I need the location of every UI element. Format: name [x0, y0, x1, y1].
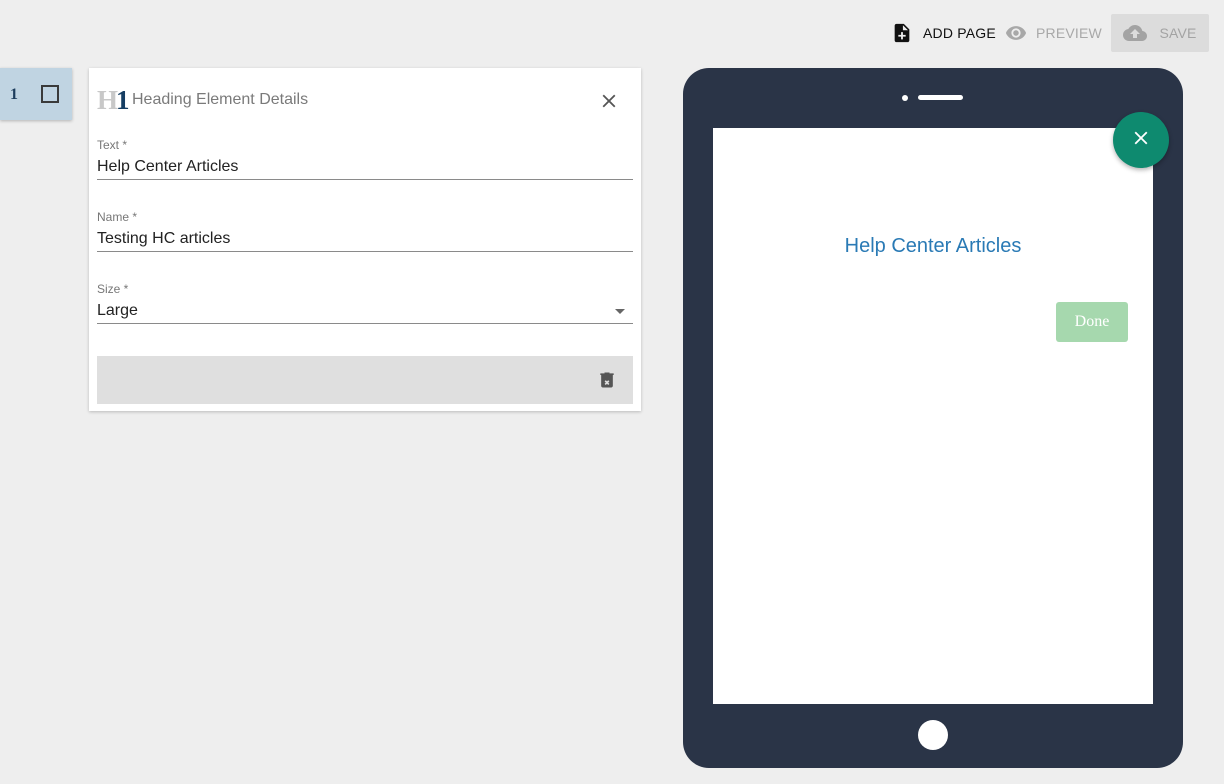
preview-heading[interactable]: Help Center Articles	[713, 235, 1153, 258]
text-field-input[interactable]: Help Center Articles	[97, 154, 633, 180]
text-field-label: Text *	[97, 138, 128, 152]
trash-icon[interactable]	[597, 370, 617, 395]
size-select-label: Size *	[97, 282, 129, 296]
tablet-preview: Help Center Articles Done	[683, 68, 1183, 768]
save-label: SAVE	[1159, 25, 1197, 41]
name-field[interactable]: Name * Testing HC articles	[97, 210, 633, 252]
name-field-input[interactable]: Testing HC articles	[97, 226, 633, 252]
page-number: 1	[10, 86, 18, 103]
panel-footer	[97, 356, 633, 404]
save-button[interactable]: SAVE	[1111, 14, 1209, 52]
close-icon[interactable]	[598, 90, 620, 117]
done-button[interactable]: Done	[1056, 302, 1128, 342]
close-preview-button[interactable]	[1113, 112, 1169, 168]
heading-details-panel: H1 Heading Element Details Text * Help C…	[89, 68, 641, 411]
panel-title: Heading Element Details	[132, 91, 309, 108]
tablet-speaker	[918, 95, 963, 100]
note-add-icon	[891, 22, 913, 44]
preview-label: PREVIEW	[1036, 25, 1102, 41]
name-field-label: Name *	[97, 210, 138, 224]
checkbox-icon[interactable]	[40, 84, 60, 109]
size-select[interactable]: Size * Large	[97, 282, 633, 324]
size-select-value[interactable]: Large	[97, 298, 633, 324]
add-page-button[interactable]: ADD PAGE	[891, 14, 996, 52]
close-icon	[1130, 127, 1152, 154]
cloud-upload-icon	[1123, 21, 1148, 45]
add-page-label: ADD PAGE	[923, 25, 996, 41]
eye-icon	[1005, 22, 1027, 44]
tablet-home-button	[918, 720, 948, 750]
heading-icon: H1	[97, 85, 129, 115]
tablet-camera	[902, 95, 908, 101]
dropdown-caret-icon[interactable]	[615, 309, 625, 314]
text-field[interactable]: Text * Help Center Articles	[97, 138, 633, 180]
tablet-screen: Help Center Articles Done	[713, 128, 1153, 704]
page-tab[interactable]: 1	[0, 68, 72, 120]
preview-button[interactable]: PREVIEW	[1005, 14, 1102, 52]
